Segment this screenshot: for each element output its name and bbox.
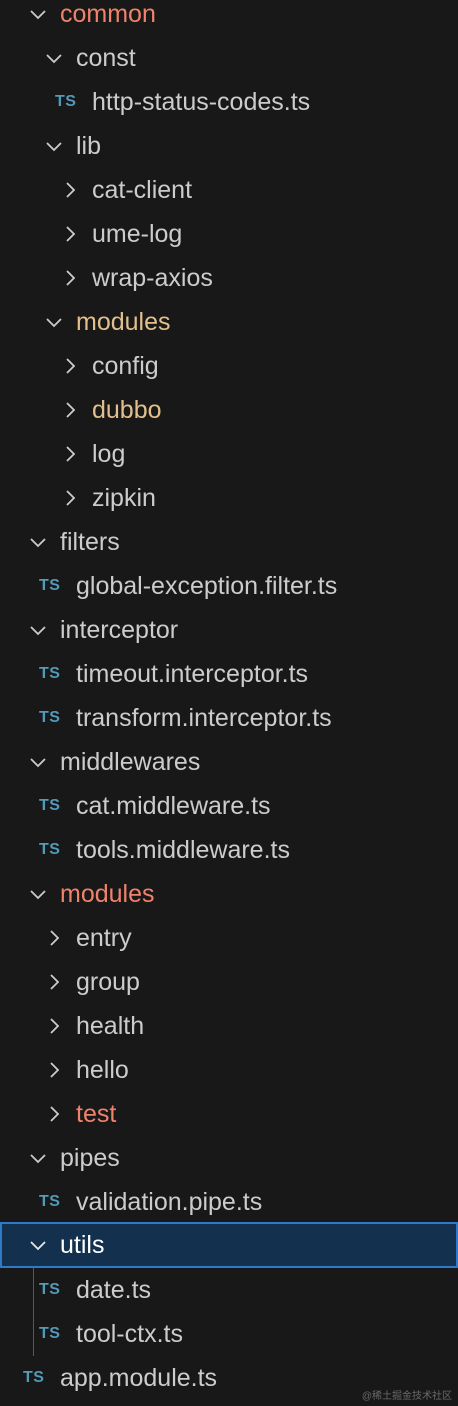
watermark: @稀土掘金技术社区 (361, 1391, 452, 1402)
tree-item-label: lib (76, 132, 102, 160)
tree-item-label: validation.pipe.ts (76, 1188, 263, 1216)
chevron-right-icon (60, 180, 80, 200)
tree-folder-filters[interactable]: filters (0, 520, 458, 564)
tree-folder-wrap-axios[interactable]: wrap-axios (0, 256, 458, 300)
tree-item-label: common (60, 0, 156, 28)
typescript-file-icon: TS (39, 1325, 61, 1342)
tree-folder-config[interactable]: config (0, 344, 458, 388)
tree-item-label: test (76, 1100, 117, 1128)
tree-folder-ume-log[interactable]: ume-log (0, 212, 458, 256)
tree-folder-test[interactable]: test (0, 1092, 458, 1136)
chevron-down-icon (44, 48, 64, 68)
chevron-down-icon (44, 136, 64, 156)
tree-folder-common[interactable]: common (0, 0, 458, 36)
tree-file-transform-interceptor[interactable]: TS transform.interceptor.ts (0, 696, 458, 740)
tree-folder-cat-client[interactable]: cat-client (0, 168, 458, 212)
tree-folder-group[interactable]: group (0, 960, 458, 1004)
tree-item-label: const (76, 44, 136, 72)
tree-folder-modules[interactable]: modules (0, 300, 458, 344)
tree-folder-modules-root[interactable]: modules (0, 872, 458, 916)
typescript-file-icon: TS (39, 841, 61, 858)
chevron-down-icon (28, 532, 48, 552)
tree-item-label: config (92, 352, 159, 380)
tree-file-timeout-interceptor[interactable]: TS timeout.interceptor.ts (0, 652, 458, 696)
tree-item-label: ume-log (92, 220, 183, 248)
tree-folder-lib[interactable]: lib (0, 124, 458, 168)
tree-item-label: timeout.interceptor.ts (76, 660, 309, 688)
tree-item-label: http-status-codes.ts (92, 88, 311, 116)
tree-item-label: filters (60, 528, 120, 556)
tree-folder-middlewares[interactable]: middlewares (0, 740, 458, 784)
tree-folder-const[interactable]: const (0, 36, 458, 80)
typescript-file-icon: TS (39, 1281, 61, 1298)
tree-item-label: transform.interceptor.ts (76, 704, 332, 732)
tree-item-label: log (92, 440, 126, 468)
chevron-down-icon (28, 620, 48, 640)
tree-item-label: dubbo (92, 396, 162, 424)
tree-item-label: modules (60, 880, 155, 908)
tree-file-date[interactable]: TS date.ts (0, 1268, 458, 1312)
tree-item-label: group (76, 968, 140, 996)
typescript-file-icon: TS (23, 1369, 45, 1386)
tree-item-label: modules (76, 308, 171, 336)
chevron-right-icon (60, 224, 80, 244)
chevron-down-icon (28, 1235, 48, 1255)
tree-item-label: utils (60, 1231, 105, 1259)
tree-folder-dubbo[interactable]: dubbo (0, 388, 458, 432)
typescript-file-icon: TS (39, 665, 61, 682)
tree-item-label: wrap-axios (92, 264, 213, 292)
tree-item-label: pipes (60, 1144, 120, 1172)
tree-file-tool-ctx[interactable]: TS tool-ctx.ts (0, 1312, 458, 1356)
tree-file-global-exception-filter[interactable]: TS global-exception.filter.ts (0, 564, 458, 608)
tree-item-label: app.module.ts (60, 1364, 218, 1392)
chevron-right-icon (44, 928, 64, 948)
chevron-right-icon (60, 268, 80, 288)
tree-item-label: cat-client (92, 176, 193, 204)
tree-item-label: tool-ctx.ts (76, 1320, 183, 1348)
chevron-right-icon (44, 972, 64, 992)
tree-folder-pipes[interactable]: pipes (0, 1136, 458, 1180)
tree-item-label: hello (76, 1056, 129, 1084)
typescript-file-icon: TS (39, 709, 61, 726)
chevron-right-icon (44, 1016, 64, 1036)
tree-item-label: entry (76, 924, 132, 952)
typescript-file-icon: TS (39, 797, 61, 814)
tree-item-label: tools.middleware.ts (76, 836, 290, 864)
tree-folder-utils[interactable]: utils (0, 1222, 458, 1268)
typescript-file-icon: TS (39, 577, 61, 594)
typescript-file-icon: TS (55, 93, 77, 110)
tree-folder-zipkin[interactable]: zipkin (0, 476, 458, 520)
chevron-down-icon (28, 1148, 48, 1168)
tree-file-tools-middleware[interactable]: TS tools.middleware.ts (0, 828, 458, 872)
tree-folder-entry[interactable]: entry (0, 916, 458, 960)
chevron-down-icon (28, 752, 48, 772)
tree-item-label: zipkin (92, 484, 156, 512)
tree-item-label: health (76, 1012, 145, 1040)
chevron-right-icon (60, 444, 80, 464)
tree-folder-hello[interactable]: hello (0, 1048, 458, 1092)
tree-item-label: interceptor (60, 616, 179, 644)
tree-item-label: cat.middleware.ts (76, 792, 271, 820)
chevron-down-icon (28, 4, 48, 24)
typescript-file-icon: TS (39, 1193, 61, 1210)
chevron-right-icon (44, 1104, 64, 1124)
tree-item-label: date.ts (76, 1276, 152, 1304)
chevron-right-icon (60, 488, 80, 508)
tree-file-http-status-codes[interactable]: TS http-status-codes.ts (0, 80, 458, 124)
tree-item-label: global-exception.filter.ts (76, 572, 338, 600)
chevron-down-icon (44, 312, 64, 332)
tree-file-validation-pipe[interactable]: TS validation.pipe.ts (0, 1180, 458, 1224)
tree-folder-log[interactable]: log (0, 432, 458, 476)
tree-file-cat-middleware[interactable]: TS cat.middleware.ts (0, 784, 458, 828)
tree-folder-health[interactable]: health (0, 1004, 458, 1048)
chevron-down-icon (28, 884, 48, 904)
chevron-right-icon (60, 356, 80, 376)
chevron-right-icon (44, 1060, 64, 1080)
chevron-right-icon (60, 400, 80, 420)
tree-item-label: middlewares (60, 748, 201, 776)
tree-folder-interceptor[interactable]: interceptor (0, 608, 458, 652)
